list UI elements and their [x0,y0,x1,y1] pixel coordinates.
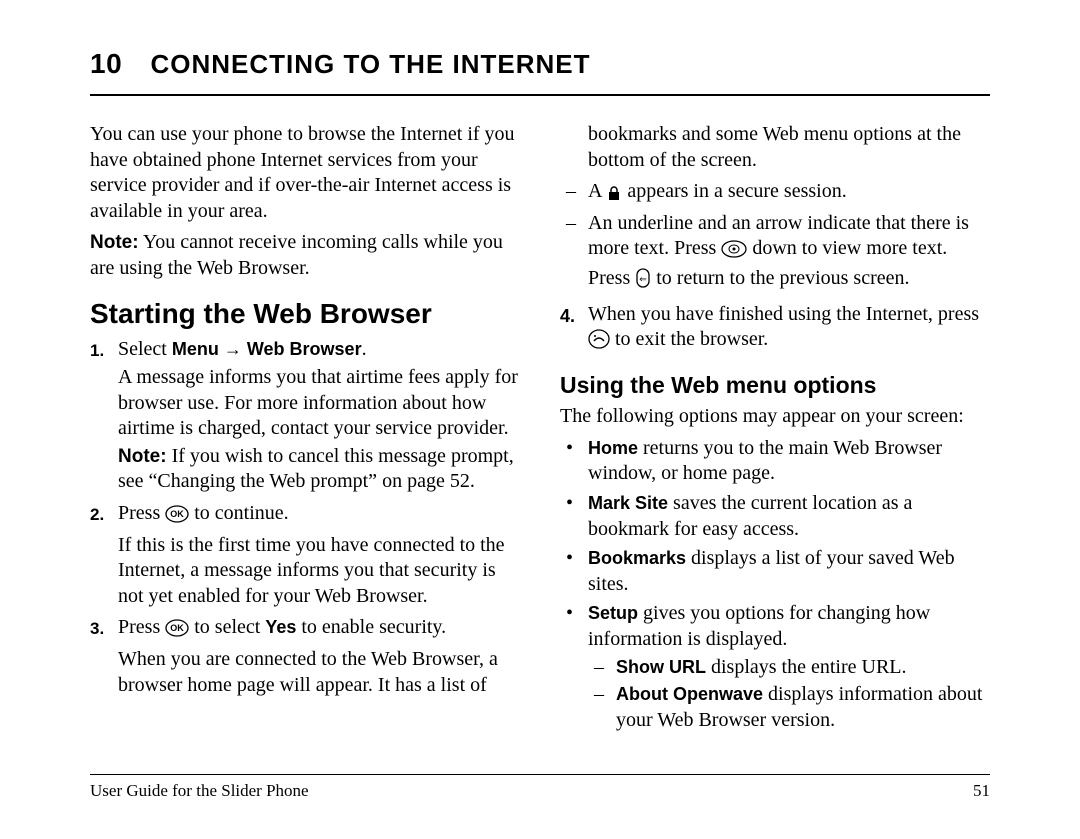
svg-text:⇐: ⇐ [639,274,647,284]
list-item: Home returns you to the main Web Browser… [560,436,990,487]
list-item: A appears in a secure session. [560,179,990,209]
step-item: 4. When you have finished using the Inte… [560,302,990,357]
step-body: When you are connected to the Web Browse… [118,647,520,698]
list-item: Mark Site saves the current location as … [560,491,990,542]
page-footer: User Guide for the Slider Phone 51 [90,774,990,801]
option-name: Bookmarks [588,548,686,568]
list-item: Setup gives you options for changing how… [560,601,990,733]
steps-list: Select Menu → Web Browser. A message inf… [90,337,520,698]
option-name: Setup [588,603,638,623]
dash-list: A appears in a secure session. An underl… [560,179,990,295]
footer-title: User Guide for the Slider Phone [90,781,309,801]
chapter-title: Connecting to the Internet [150,49,590,79]
note-body: You cannot receive incoming calls while … [90,231,503,279]
list-item: An underline and an arrow indicate that … [560,211,990,296]
dash-pre: A [588,180,606,202]
subsection-intro: The following options may appear on your… [560,404,990,430]
option-name: Home [588,438,638,458]
ok-key-icon: OK [165,619,189,645]
svg-text:OK: OK [170,623,184,633]
list-item: About Openwave displays information abou… [588,682,990,733]
option-desc: returns you to the main Web Browser wind… [588,437,942,485]
step-text-a: When you have finished using the Interne… [588,303,979,325]
two-column-layout: You can use your phone to browse the Int… [90,122,990,737]
ok-key-icon: OK [165,505,189,531]
chapter-heading: 10 Connecting to the Internet [90,48,990,96]
dash-post: appears in a secure session. [627,180,846,202]
step-lead: Press [118,616,165,638]
suboption-name: About Openwave [616,684,763,704]
end-key-icon [588,329,610,357]
step-text-b: to exit the browser. [615,328,768,350]
suboption-desc: displays the entire URL. [706,656,907,678]
note-body: If you wish to cancel this message promp… [118,445,514,493]
note-label: Note: [118,446,167,467]
sub-dash-list: Show URL displays the entire URL. About … [588,655,990,734]
right-column: bookmarks and some Web menu options at t… [560,122,990,737]
list-item: Bookmarks displays a list of your saved … [560,546,990,597]
back-key-icon: ⇐ [635,268,651,296]
note: Note: You cannot receive incoming calls … [90,230,520,281]
section-heading: Starting the Web Browser [90,296,520,332]
bullet-list: Home returns you to the main Web Browser… [560,436,990,734]
nav-key-icon [721,240,747,266]
step-mid: to select [194,616,265,638]
step-item: Press OK to continue. If this is the fir… [90,501,520,609]
option-desc: gives you options for changing how infor… [588,602,930,650]
yes-label: Yes [265,617,296,637]
chapter-number: 10 [90,48,122,80]
step-note: Note: If you wish to cancel this message… [118,444,520,495]
svg-text:OK: OK [170,509,184,519]
step-post: . [362,338,367,360]
dash-post: to return to the previous screen. [656,267,909,289]
continuation-text: bookmarks and some Web menu options at t… [560,122,990,173]
note-label: Note: [90,232,139,253]
page: 10 Connecting to the Internet You can us… [0,0,1080,839]
step-number: 4. [560,305,575,328]
step-item: Select Menu → Web Browser. A message inf… [90,337,520,495]
suboption-name: Show URL [616,657,706,677]
step-body: If this is the first time you have conne… [118,533,520,610]
left-column: You can use your phone to browse the Int… [90,122,520,737]
step-post: to enable security. [296,616,446,638]
option-name: Mark Site [588,493,668,513]
menu-path: Menu → Web Browser [172,339,362,359]
list-item: Show URL displays the entire URL. [588,655,990,681]
lock-icon [606,183,622,209]
step-lead: Press [118,502,165,524]
subsection-heading: Using the Web menu options [560,371,990,400]
step-lead: Select [118,338,172,360]
step-body: A message informs you that airtime fees … [118,365,520,442]
intro-text: You can use your phone to browse the Int… [90,122,520,224]
step-item: Press OK to select Yes to enable securit… [90,615,520,698]
step-post: to continue. [194,502,288,524]
page-number: 51 [973,781,990,801]
